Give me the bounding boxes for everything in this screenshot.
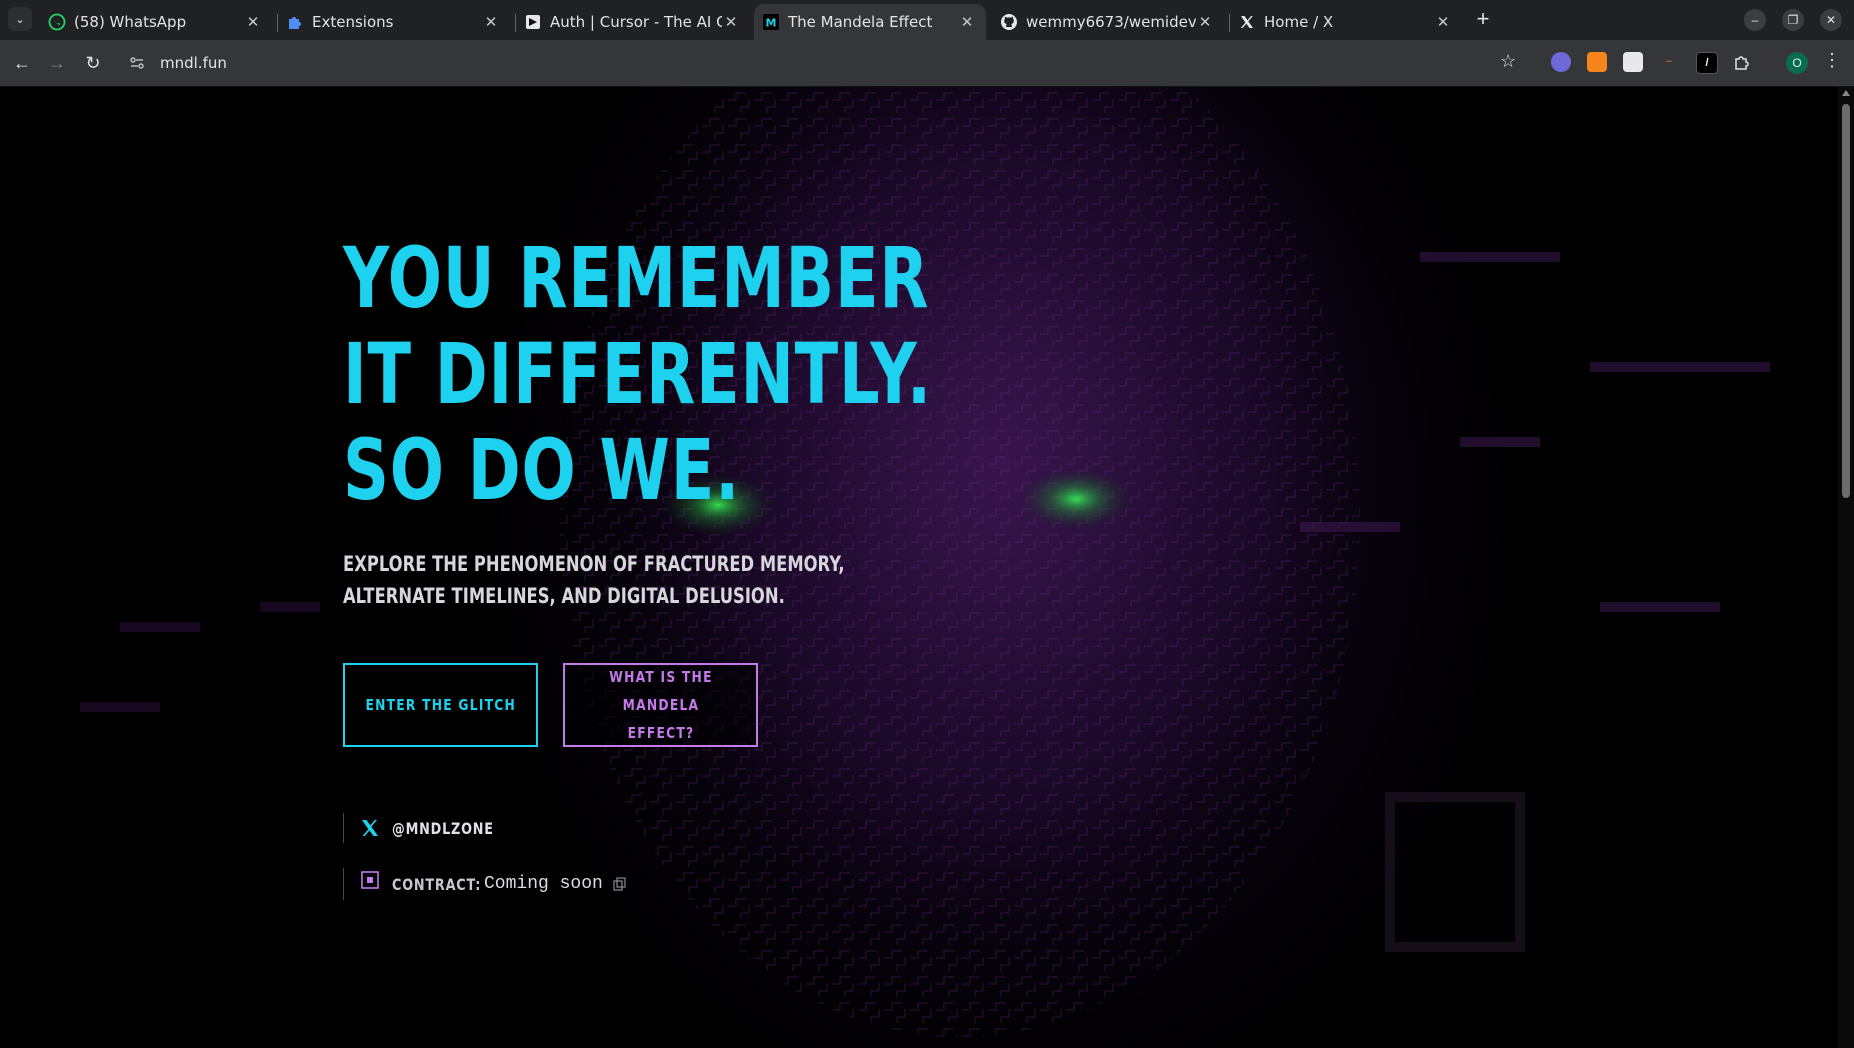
copy-icon[interactable] [613, 877, 627, 891]
reload-icon: ↻ [85, 52, 101, 73]
tab-mandela-effect[interactable]: M The Mandela Effect ✕ [754, 4, 986, 40]
right-eye-glow [1018, 467, 1134, 531]
tab-title: Extensions [312, 13, 394, 31]
chevron-down-icon: ⌄ [15, 13, 25, 26]
tab-title: wemmy6673/wemidev [1026, 13, 1196, 31]
close-icon[interactable]: ✕ [244, 13, 262, 31]
enter-the-glitch-button[interactable]: ENTER THE GLITCH [343, 663, 538, 747]
tab-strip: ⌄ (58) WhatsApp ✕ Extensions ✕ Auth | Cu… [0, 0, 1854, 40]
what-is-mandela-effect-button[interactable]: WHAT IS THE MANDELA EFFECT? [563, 663, 758, 747]
github-icon [1000, 13, 1018, 31]
tab-x-home[interactable]: Home / X ✕ [1230, 4, 1462, 40]
close-icon[interactable]: ✕ [1434, 13, 1452, 31]
minimize-button[interactable]: – [1744, 9, 1766, 31]
headline-line-2: IT DIFFERENTLY. [343, 325, 932, 423]
bookmark-star-icon[interactable]: ☆ [1500, 51, 1516, 72]
headline-line-3: SO DO WE. [343, 421, 741, 519]
fox-extension-icon[interactable] [1587, 52, 1607, 72]
url-text: mndl.fun [160, 54, 227, 72]
restore-button[interactable]: ❐ [1782, 9, 1804, 31]
tab-search-button[interactable]: ⌄ [8, 7, 32, 31]
close-icon[interactable]: ✕ [1196, 13, 1214, 31]
site-info-icon[interactable] [126, 52, 148, 74]
page-viewport: YOU REMEMBER IT DIFFERENTLY. SO DO WE. E… [0, 87, 1838, 1048]
close-icon: ✕ [1825, 13, 1837, 27]
circuit-traces-left [80, 602, 320, 712]
m-icon: M [762, 13, 780, 31]
close-icon[interactable]: ✕ [958, 13, 976, 31]
x-icon [362, 820, 378, 836]
ghost-extension-icon[interactable] [1551, 52, 1571, 72]
contract-row: CONTRACT: Coming soon [343, 868, 627, 900]
scroll-up-arrow-icon[interactable] [1842, 90, 1850, 96]
puzzle-icon[interactable] [1732, 52, 1752, 72]
back-button[interactable]: ← [10, 51, 34, 75]
restore-icon: ❐ [1787, 13, 1799, 27]
more-menu-icon[interactable]: ⋮ [1823, 50, 1841, 71]
grid-extension-icon[interactable] [1623, 52, 1643, 72]
hero-headline: YOU REMEMBER IT DIFFERENTLY. SO DO WE. [343, 229, 932, 519]
new-tab-button[interactable]: + [1470, 6, 1496, 32]
tab-title: (58) WhatsApp [74, 13, 187, 31]
x-handle: @MNDLZONE [392, 818, 494, 838]
forward-button[interactable]: → [45, 51, 69, 75]
button-label: WHAT IS THE MANDELA EFFECT? [608, 668, 713, 742]
chip-icon [361, 871, 379, 889]
headline-line-1: YOU REMEMBER [343, 229, 930, 327]
tab-title: Home / X [1264, 13, 1334, 31]
signature-extension-icon[interactable]: ~ [1659, 52, 1679, 72]
tab-whatsapp[interactable]: (58) WhatsApp ✕ [40, 4, 272, 40]
close-icon[interactable]: ✕ [722, 13, 740, 31]
scrollbar-thumb[interactable] [1842, 104, 1850, 498]
tab-extensions[interactable]: Extensions ✕ [278, 4, 510, 40]
browser-toolbar: ← → ↻ mndl.fun ☆ ~ / O ⋮ [0, 40, 1854, 87]
arrow-left-icon: ← [13, 52, 31, 73]
x-icon [1238, 13, 1256, 31]
tab-title: Auth | Cursor - The AI Code Editor [550, 13, 722, 31]
puzzle-icon [286, 13, 304, 31]
window-close-button[interactable]: ✕ [1820, 9, 1842, 31]
address-bar[interactable]: mndl.fun [120, 46, 1520, 80]
contract-label: CONTRACT: [392, 874, 482, 894]
tab-github[interactable]: wemmy6673/wemidev ✕ [992, 4, 1224, 40]
circuit-box [1385, 792, 1525, 952]
hero-subtitle: Explore the phenomenon of fractured memo… [343, 552, 845, 608]
social-link-x[interactable]: @MNDLZONE [343, 813, 519, 843]
minimize-icon: – [1751, 13, 1759, 27]
button-label: ENTER THE GLITCH [365, 696, 516, 714]
contract-value: Coming soon [484, 874, 603, 894]
tab-cursor[interactable]: Auth | Cursor - The AI Code Editor ✕ [516, 4, 750, 40]
profile-avatar[interactable]: O [1786, 52, 1808, 74]
reload-button[interactable]: ↻ [81, 51, 105, 75]
slash-extension-icon[interactable]: / [1696, 52, 1718, 74]
arrow-right-icon: → [48, 52, 66, 73]
tab-title: The Mandela Effect [788, 13, 933, 31]
svg-text:M: M [766, 17, 777, 30]
close-icon[interactable]: ✕ [482, 13, 500, 31]
cursor-icon [524, 13, 542, 31]
whatsapp-icon [48, 13, 66, 31]
